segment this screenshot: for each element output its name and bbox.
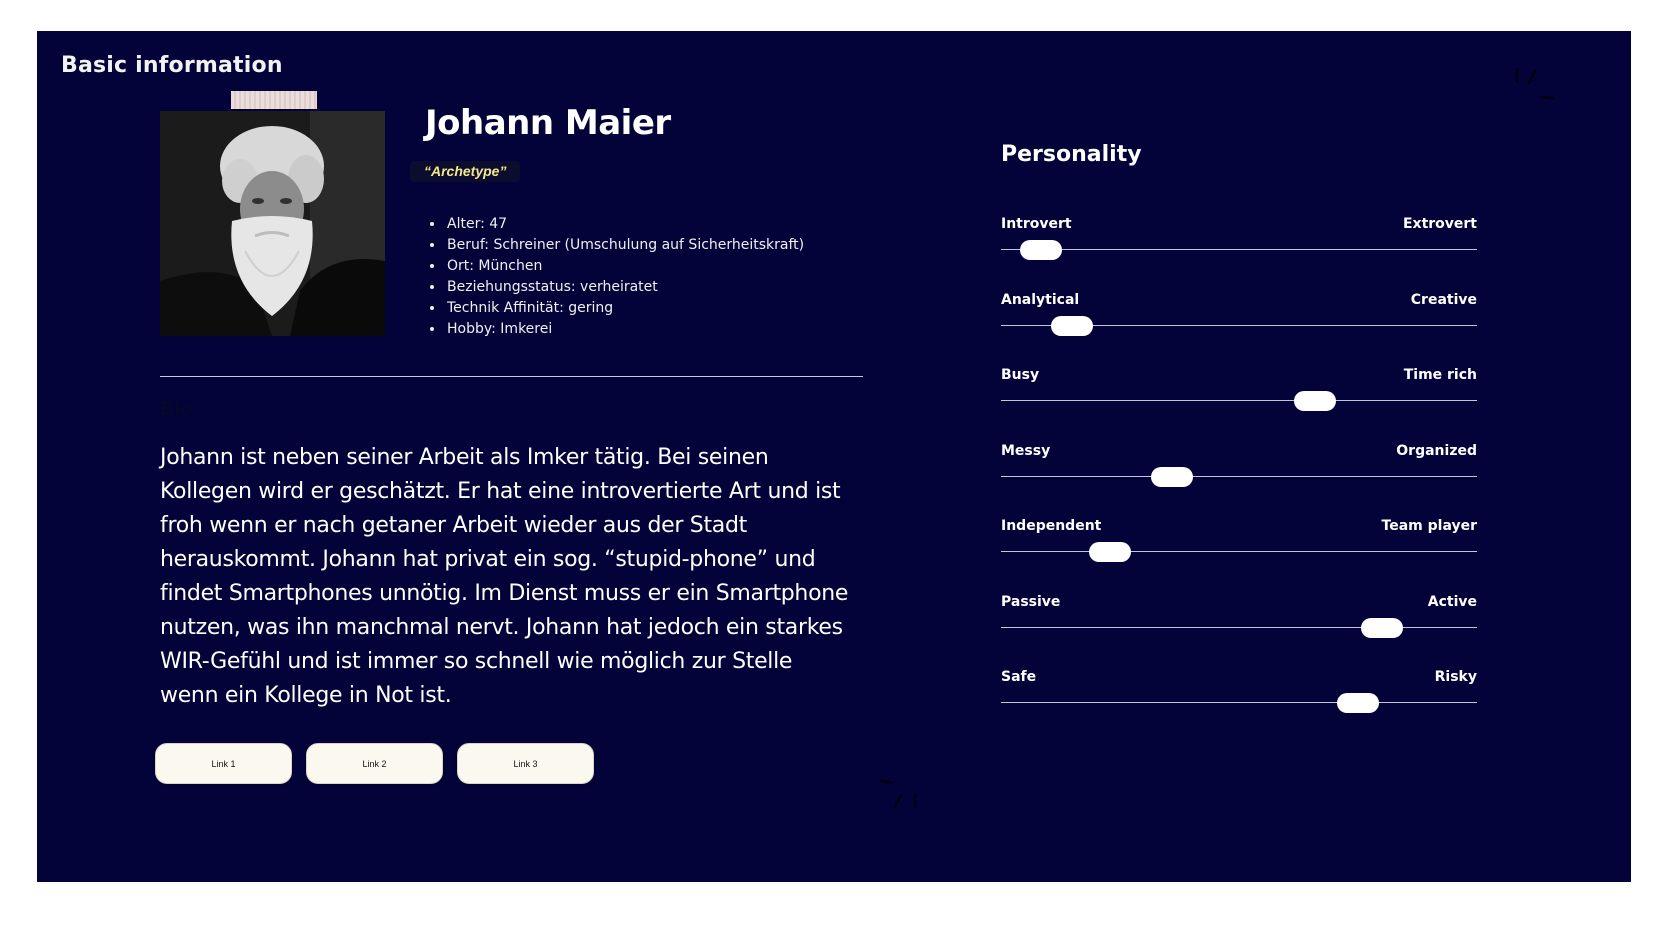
trait-messy-organized: Messy Organized bbox=[1001, 443, 1477, 519]
section-divider bbox=[160, 376, 863, 377]
basic-facts-list: Alter: 47 Beruf: Schreiner (Umschulung a… bbox=[430, 214, 804, 340]
slider-thumb[interactable] bbox=[1089, 542, 1132, 562]
link-1-button[interactable]: Link 1 bbox=[155, 743, 292, 784]
personality-sliders: Introvert Extrovert Analytical Creative … bbox=[1001, 216, 1477, 745]
slider-track bbox=[1001, 475, 1477, 477]
section-title: Basic information bbox=[61, 53, 283, 78]
trait-left-label: Messy bbox=[1001, 442, 1051, 459]
link-2-button[interactable]: Link 2 bbox=[306, 743, 443, 784]
trait-left-label: Analytical bbox=[1001, 291, 1080, 308]
fact-age: Alter: 47 bbox=[445, 214, 804, 235]
trait-left-label: Introvert bbox=[1001, 216, 1072, 232]
trait-right-label: Risky bbox=[1434, 669, 1477, 685]
profile-photo bbox=[160, 111, 385, 336]
link-buttons: Link 1 Link 2 Link 3 bbox=[155, 743, 594, 784]
fact-hobby: Hobby: Imkerei bbox=[445, 319, 804, 340]
trait-left-label: Safe bbox=[1001, 669, 1037, 685]
slider-thumb[interactable] bbox=[1294, 391, 1337, 411]
trait-right-label: Time rich bbox=[1403, 367, 1477, 383]
archetype-label: “Archetype” bbox=[410, 161, 521, 182]
trait-left-label: Independent bbox=[1001, 518, 1102, 534]
link-3-button[interactable]: Link 3 bbox=[457, 743, 594, 784]
slider-track bbox=[1001, 626, 1477, 628]
trait-right-label: Active bbox=[1427, 593, 1477, 610]
photo-tape bbox=[231, 91, 317, 109]
trait-safe-risky: Safe Risky bbox=[1001, 669, 1477, 745]
trait-busy-time-rich: Busy Time rich bbox=[1001, 367, 1477, 443]
slider-thumb[interactable] bbox=[1337, 693, 1379, 713]
trait-right-label: Extrovert bbox=[1402, 216, 1477, 232]
trait-right-label: Creative bbox=[1410, 291, 1477, 308]
fact-occupation: Beruf: Schreiner (Umschulung auf Sicherh… bbox=[445, 235, 804, 256]
trait-analytical-creative: Analytical Creative bbox=[1001, 292, 1477, 368]
fact-location: Ort: München bbox=[445, 256, 804, 277]
personality-title: Personality bbox=[1001, 142, 1142, 167]
sparkle-decoration-icon bbox=[879, 779, 917, 809]
fact-tech-affinity: Technik Affinität: gering bbox=[445, 298, 804, 319]
trait-left-label: Passive bbox=[1001, 593, 1061, 610]
slider-thumb[interactable] bbox=[1360, 617, 1403, 638]
trait-left-label: Busy bbox=[1001, 367, 1040, 383]
trait-right-label: Organized bbox=[1396, 442, 1477, 459]
fact-relationship: Beziehungsstatus: verheiratet bbox=[445, 277, 804, 298]
bio-text: Johann ist neben seiner Arbeit als Imker… bbox=[160, 445, 849, 708]
slider-track bbox=[1001, 702, 1477, 703]
slider-track bbox=[1001, 249, 1477, 250]
trait-passive-active: Passive Active bbox=[1001, 594, 1477, 670]
slider-thumb[interactable] bbox=[1151, 466, 1194, 487]
trait-right-label: Team player bbox=[1381, 518, 1477, 534]
trait-introvert-extrovert: Introvert Extrovert bbox=[1001, 216, 1477, 292]
persona-name: Johann Maier bbox=[425, 103, 671, 143]
bio-heading: Bio bbox=[160, 398, 193, 420]
slider-thumb[interactable] bbox=[1051, 315, 1094, 336]
trait-independent-team-player: Independent Team player bbox=[1001, 518, 1477, 594]
persona-panel: Basic information Johann Maier “Archetyp… bbox=[37, 31, 1631, 882]
sparkle-decoration-icon bbox=[1515, 67, 1555, 100]
portrait-illustration bbox=[160, 111, 385, 336]
slider-track bbox=[1001, 551, 1477, 552]
slider-track bbox=[1001, 400, 1477, 401]
slider-thumb[interactable] bbox=[1020, 240, 1063, 260]
